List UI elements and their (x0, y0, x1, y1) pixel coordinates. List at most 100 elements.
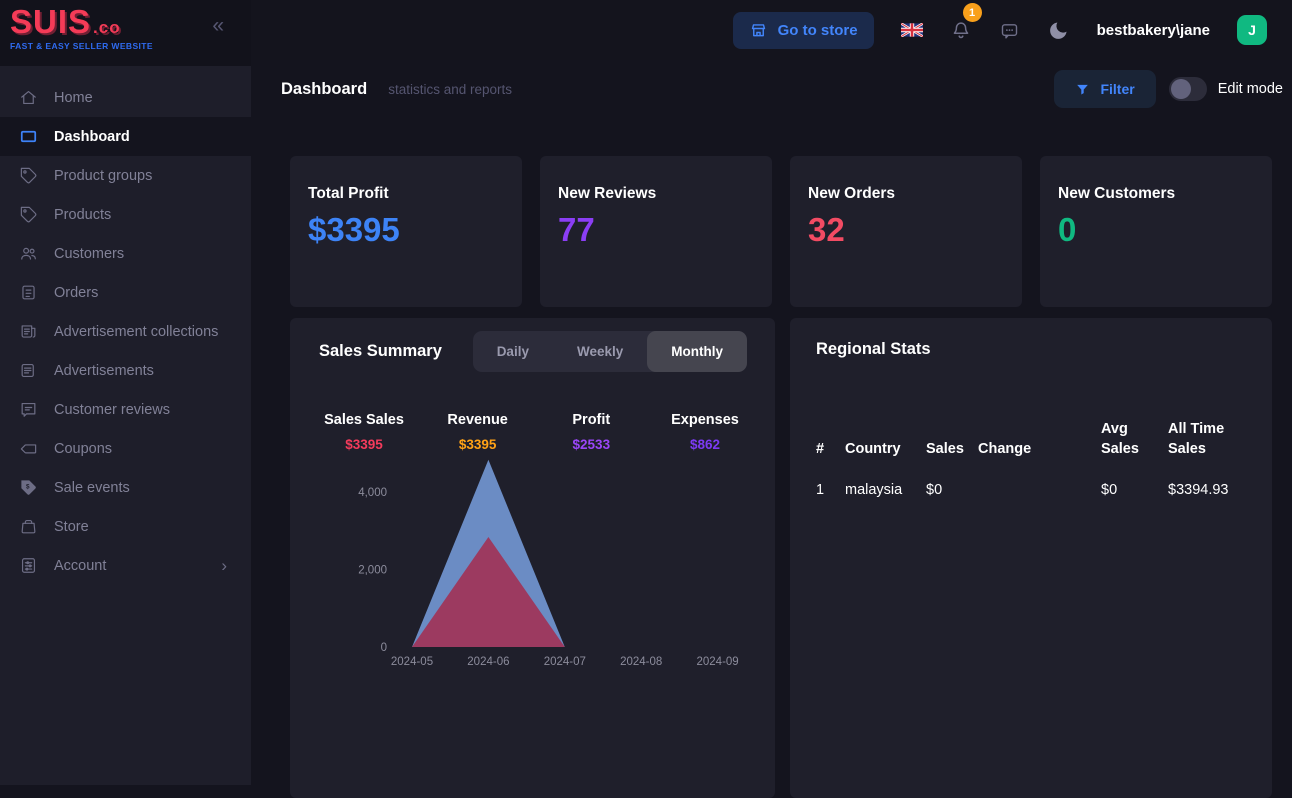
svg-text:2024-09: 2024-09 (696, 656, 738, 668)
sidebar-item-label: Home (54, 90, 93, 106)
sales-chart: 0 2,000 4,000 2024-05 2024-06 2024-07 2024-08 2… (304, 452, 775, 679)
edit-mode-toggle[interactable] (1169, 77, 1207, 101)
sales-stats-row: Sales Sales$3395Revenue$3395Profit$2533E… (290, 412, 775, 452)
brand-suffix: .co (93, 18, 121, 37)
svg-text:$: $ (26, 483, 30, 490)
svg-text:2024-06: 2024-06 (467, 656, 509, 668)
filter-button[interactable]: Filter (1054, 70, 1155, 108)
stat-card-value: 77 (558, 211, 772, 249)
sidebar-item-customers[interactable]: Customers (0, 234, 251, 273)
sidebar-item-customer-reviews[interactable]: Customer reviews (0, 390, 251, 429)
edit-mode-label: Edit mode (1218, 81, 1283, 97)
sidebar-item-store[interactable]: Store (0, 507, 251, 546)
sales-period-tabs: DailyWeeklyMonthly (473, 331, 747, 372)
svg-text:2024-05: 2024-05 (391, 656, 433, 668)
go-to-store-label: Go to store (778, 22, 858, 39)
main-content: Dashboard statistics and reports Filter … (251, 60, 1292, 785)
page-subtitle: statistics and reports (388, 82, 512, 97)
sidebar-item-dashboard[interactable]: Dashboard (0, 117, 251, 156)
chevron-right-icon: › (221, 556, 227, 576)
notification-badge: 1 (963, 3, 982, 22)
avatar[interactable]: J (1237, 15, 1267, 45)
sidebar-item-advertisements[interactable]: Advertisements (0, 351, 251, 390)
sidebar-item-products[interactable]: Products (0, 195, 251, 234)
sales-stat-profit: Profit $2533 (547, 412, 635, 452)
sidebar-item-product-groups[interactable]: Product groups (0, 156, 251, 195)
table-row: 1malaysia$0$0$3394.93 (816, 482, 1246, 498)
page-header: Dashboard statistics and reports Filter … (251, 60, 1292, 118)
username[interactable]: bestbakery\jane (1097, 22, 1210, 39)
svg-text:2,000: 2,000 (358, 565, 387, 577)
sidebar-item-label: Account (54, 558, 106, 574)
stat-cards-row: Total Profit $3395 New Reviews 77 New Orders… (290, 156, 1292, 307)
language-flag-icon[interactable] (901, 23, 923, 37)
sidebar-item-label: Products (54, 207, 111, 223)
bell-icon (950, 19, 972, 41)
cell-all-time-sales: $3394.93 (1168, 482, 1246, 498)
cell-sales: $0 (926, 482, 978, 498)
page-title: Dashboard (281, 80, 367, 99)
sidebar-item-advertisement-collections[interactable]: Advertisement collections (0, 312, 251, 351)
stat-card-new-customers: New Customers 0 (1040, 156, 1272, 307)
sidebar-item-home[interactable]: Home (0, 78, 251, 117)
svg-text:0: 0 (381, 642, 387, 654)
stat-card-label: New Reviews (558, 185, 772, 203)
svg-text:4,000: 4,000 (358, 487, 387, 499)
sidebar-item-label: Coupons (54, 441, 112, 457)
stat-card-total-profit: Total Profit $3395 (290, 156, 522, 307)
svg-text:2024-07: 2024-07 (544, 656, 586, 668)
sales-stat-expenses: Expenses$862 (661, 412, 749, 452)
ads-collection-icon (19, 322, 38, 341)
filter-label: Filter (1100, 81, 1134, 97)
sales-stat-value: $2533 (547, 437, 635, 452)
sidebar-item-label: Product groups (54, 168, 152, 184)
sales-stat-label: Profit (547, 412, 635, 428)
sidebar-item-label: Advertisement collections (54, 324, 218, 340)
sale-icon: $ (19, 478, 38, 497)
stat-card-label: New Customers (1058, 185, 1272, 203)
toggle-knob (1171, 79, 1191, 99)
tab-weekly[interactable]: Weekly (553, 331, 647, 372)
notifications-button[interactable]: 1 (950, 19, 972, 41)
sidebar-item-label: Orders (54, 285, 98, 301)
sales-stat-value: $3395 (320, 437, 408, 452)
tab-daily[interactable]: Daily (473, 331, 553, 372)
regional-stats-title: Regional Stats (816, 340, 1246, 359)
bottom-row: Sales Summary DailyWeeklyMonthly Sales S… (290, 318, 1292, 798)
svg-text:2024-08: 2024-08 (620, 656, 662, 668)
tab-monthly[interactable]: Monthly (647, 331, 747, 372)
column-header: All Time Sales (1168, 419, 1246, 460)
sidebar-item-label: Dashboard (54, 129, 130, 145)
sales-stat-value: $3395 (434, 437, 522, 452)
messages-button[interactable] (999, 20, 1020, 41)
column-header: Country (845, 439, 926, 459)
sidebar-header: SUIS.co FAST & EASY SELLER WEBSITE « (0, 0, 251, 66)
stat-card-value: 0 (1058, 211, 1272, 249)
sidebar-collapse-icon[interactable]: « (212, 14, 224, 38)
sidebar-item-label: Sale events (54, 480, 130, 496)
topbar-actions: Go to store 1 bestbakery\jane J (251, 0, 1292, 60)
orders-icon (19, 283, 38, 302)
reviews-icon (19, 400, 38, 419)
dashboard-icon (19, 127, 38, 146)
customers-icon (19, 244, 38, 263)
sidebar-item-orders[interactable]: Orders (0, 273, 251, 312)
regional-stats-table: #CountrySalesChangeAvg SalesAll Time Sal… (816, 419, 1246, 498)
cell-country: malaysia (845, 482, 926, 498)
sidebar-item-label: Store (54, 519, 89, 535)
stat-card-new-orders: New Orders32 (790, 156, 1022, 307)
account-icon (19, 556, 38, 575)
sidebar-item-label: Customers (54, 246, 124, 262)
sales-stat-revenue: Revenue$3395 (434, 412, 522, 452)
go-to-store-button[interactable]: Go to store (733, 12, 874, 49)
stat-card-label: Total Profit (308, 185, 522, 203)
sidebar-item-coupons[interactable]: Coupons (0, 429, 251, 468)
sales-summary-card: Sales Summary DailyWeeklyMonthly Sales S… (290, 318, 775, 798)
sales-summary-title: Sales Summary (319, 342, 442, 361)
stat-card-value: $3395 (308, 211, 522, 249)
dark-mode-toggle[interactable] (1047, 19, 1070, 42)
topbar: SUIS.co FAST & EASY SELLER WEBSITE « Go … (0, 0, 1292, 60)
sidebar-item-sale-events[interactable]: $ Sale events (0, 468, 251, 507)
column-header: Sales (926, 439, 978, 459)
sidebar-item-account[interactable]: Account › (0, 546, 251, 585)
